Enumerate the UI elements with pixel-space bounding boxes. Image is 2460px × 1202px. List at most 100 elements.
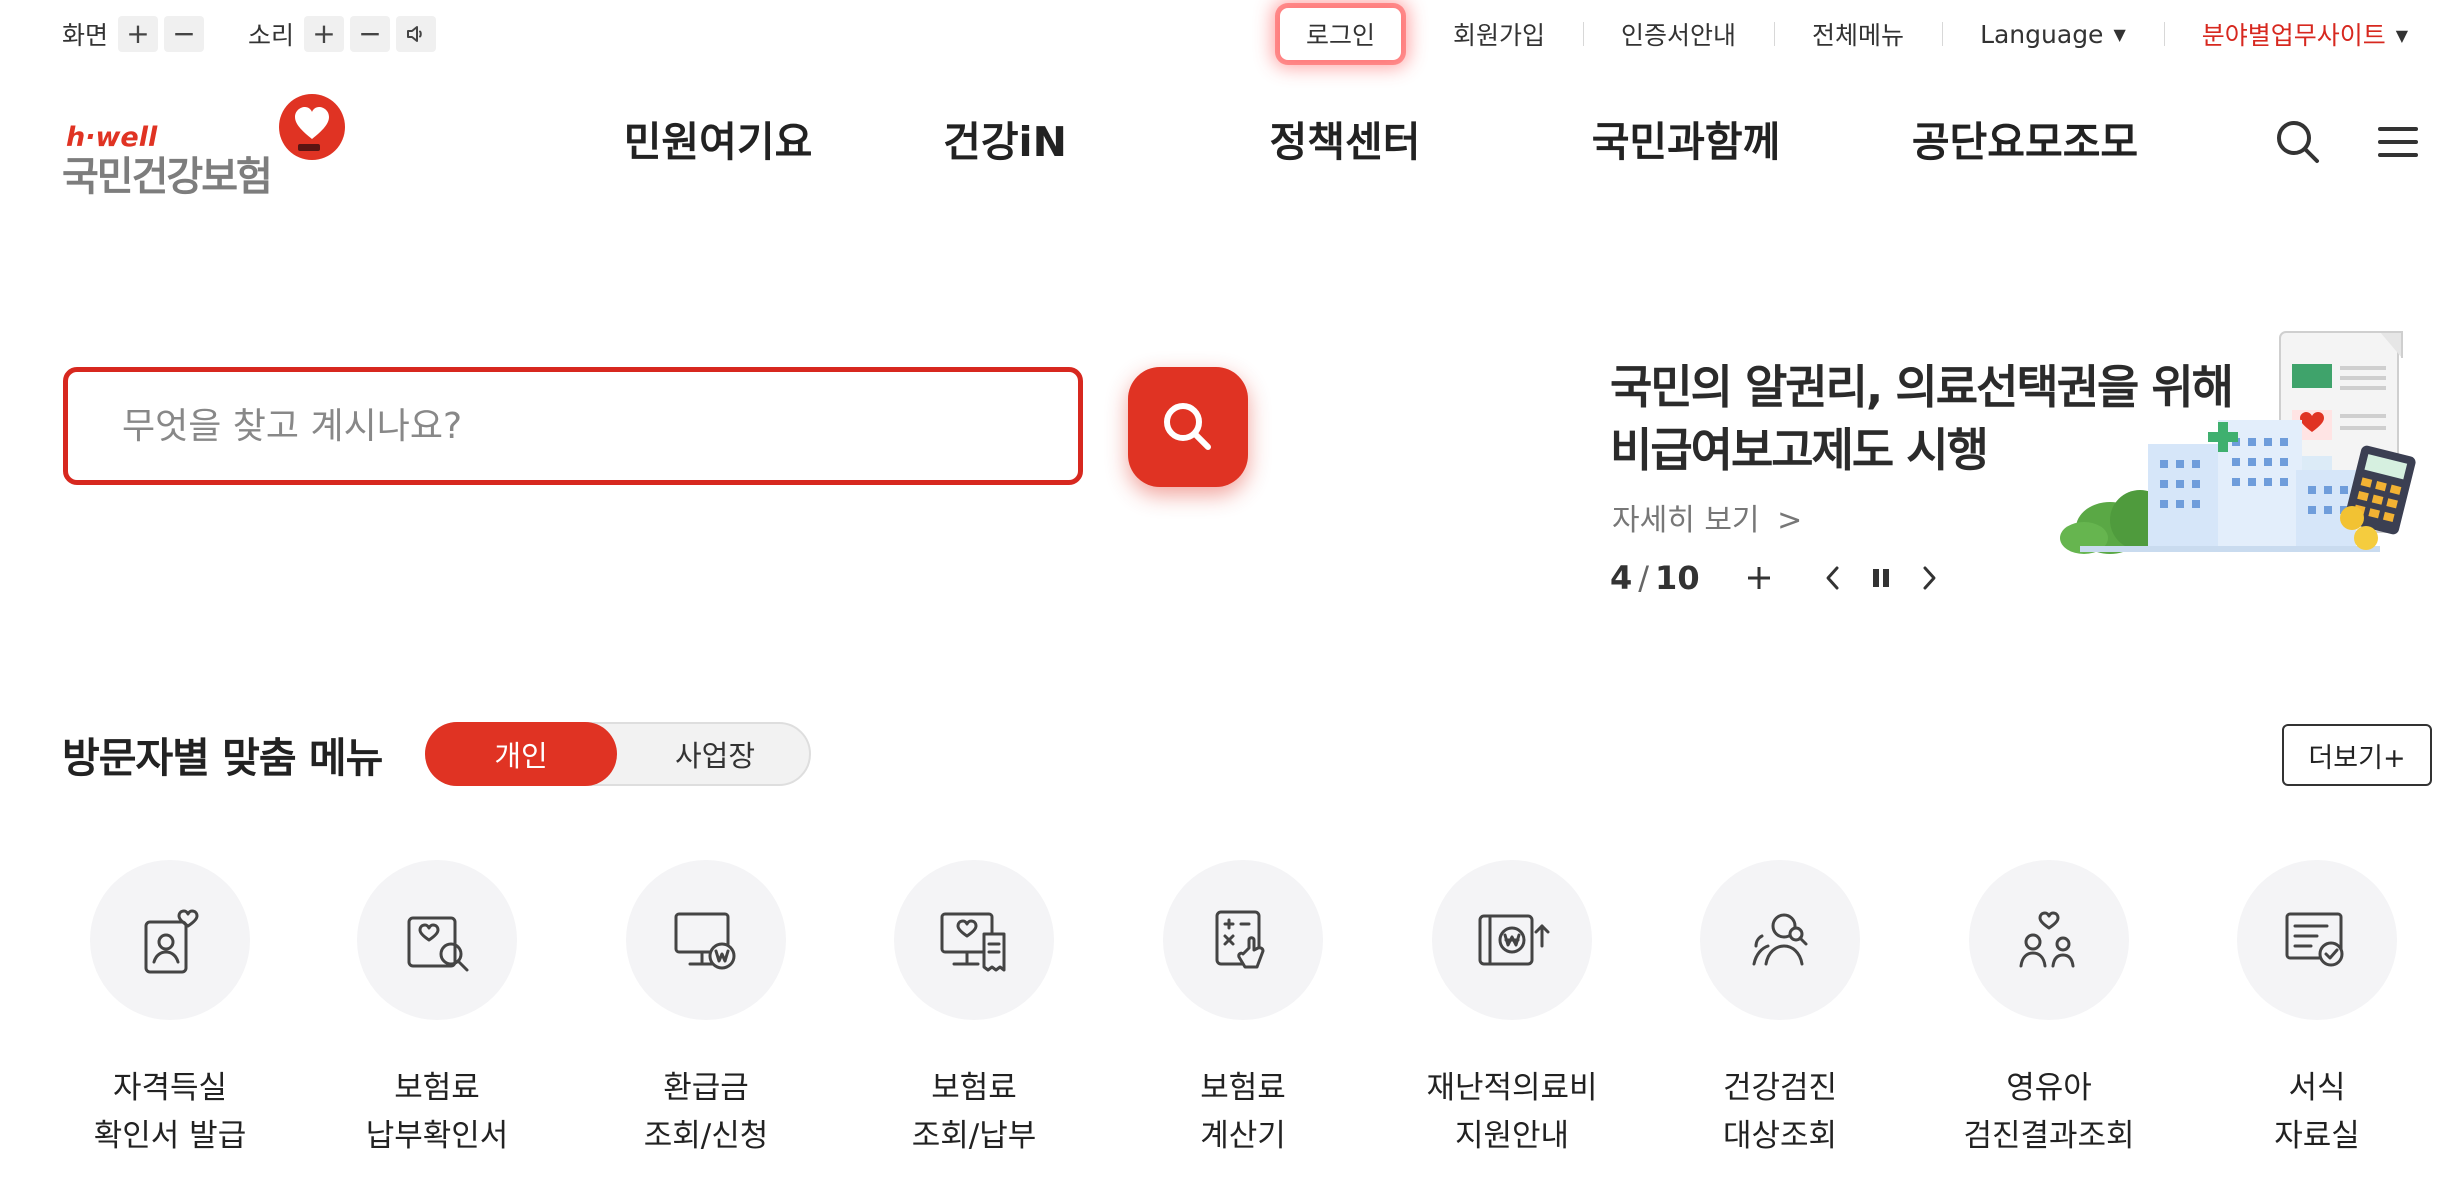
speaker-button[interactable]	[396, 16, 437, 52]
signup-link[interactable]: 회원가입	[1415, 16, 1583, 52]
quick-menu-icon-wrap	[357, 860, 517, 1020]
search-field	[63, 367, 1083, 485]
sound-label: 소리	[248, 21, 295, 50]
quick-menu-label: 환급금 조회/신청	[586, 1064, 826, 1160]
all-menu-link[interactable]: 전체메뉴	[1774, 16, 1942, 52]
quick-menu-label-line-2: 대상조회	[1722, 1118, 1838, 1155]
hamburger-menu-button[interactable]	[2372, 116, 2424, 168]
quick-menu-item-catastrophic-medical-support[interactable]: 재난적의료비지원안내	[1392, 860, 1632, 1160]
quick-menu-label-line-1: 보험료	[1200, 1070, 1286, 1106]
caret-down-icon: ▼	[2113, 24, 2126, 44]
volume-down-button[interactable]: −	[350, 16, 391, 52]
quick-menu-label: 영유아검진결과조회	[1929, 1064, 2169, 1160]
quick-menu-label: 자격득실 확인서 발급	[50, 1064, 290, 1160]
quick-menu-icon-wrap	[1700, 860, 1860, 1020]
quick-menu-item-eligibility[interactable]: 자격득실 확인서 발급	[50, 860, 290, 1160]
screen-zoom-controls: 화면 + −	[62, 16, 210, 52]
parent-child-icon	[2019, 911, 2075, 968]
banner-controls: 4/10	[1610, 556, 1970, 600]
banner-more-link[interactable]: 자세히 보기 >	[1612, 495, 1802, 539]
quick-menu-label-line-2: 납부확인서	[365, 1118, 509, 1155]
screen-zoom-out-button[interactable]: −	[164, 16, 205, 52]
banner-illustration	[2040, 320, 2440, 560]
plus-icon	[1747, 567, 1770, 589]
document-search-icon	[407, 916, 469, 972]
utility-bar: 화면 + − 소리 + − 로그인 회원가입 인증서안내 전체메뉴 Langua…	[0, 0, 2460, 68]
quick-menu-label-line-2: 자료실	[2274, 1118, 2360, 1155]
quick-menu-item-form-library[interactable]: 서식자료실	[2197, 860, 2437, 1160]
quick-menu-label-line-1: 영유아	[2006, 1070, 2092, 1106]
tab-business[interactable]: 사업장	[619, 722, 811, 786]
chevron-left-icon	[1826, 566, 1839, 590]
banner-more-label: 자세히 보기	[1612, 503, 1760, 538]
search-input[interactable]	[68, 372, 1078, 480]
quick-menu-label-line-1: 서식	[2288, 1070, 2346, 1106]
nav-item-civil-service[interactable]: 민원여기요	[624, 108, 813, 168]
calculator-hand-icon	[1215, 910, 1265, 969]
nav-item-corporation-info[interactable]: 공단요모조모	[1912, 108, 2138, 168]
banner-pager-separator: /	[1638, 559, 1650, 597]
quick-menu-icon-wrap	[894, 860, 1054, 1020]
quick-menu-label: 보험료 납부확인서	[317, 1064, 557, 1160]
banner-prev-button[interactable]	[1814, 559, 1852, 597]
tab-individual[interactable]: 개인	[425, 722, 617, 786]
hamburger-icon	[2378, 127, 2418, 157]
nav-item-policy-center[interactable]: 정책센터	[1270, 108, 1421, 168]
quick-menu-item-health-checkup-target[interactable]: 건강검진대상조회	[1660, 860, 1900, 1160]
quick-menu-item-premium-inquiry-payment[interactable]: 보험료 조회/납부	[854, 860, 1094, 1160]
page: { "utility": { "screen_label": "화면", "so…	[0, 0, 2460, 1202]
quick-menu-label: 서식자료실	[2197, 1064, 2437, 1160]
quick-menu-icon-wrap	[90, 860, 250, 1020]
quick-menu-icon-wrap	[1163, 860, 1323, 1020]
header-search-button[interactable]	[2272, 116, 2324, 168]
search-submit-button[interactable]	[1128, 367, 1248, 487]
people-check-icon	[1752, 913, 1808, 966]
banner-view-all-button[interactable]	[1740, 559, 1778, 597]
main-navigation: 민원여기요 건강iN 정책센터 국민과함께 공단요모조모	[0, 108, 2460, 188]
id-card-heart-icon	[144, 909, 199, 974]
language-dropdown[interactable]: Language ▼	[1942, 20, 2164, 49]
quick-menu-label-line-2: 지원안내	[1454, 1118, 1570, 1155]
certificate-guide-link[interactable]: 인증서안내	[1583, 16, 1774, 52]
quick-menu-label: 재난적의료비지원안내	[1392, 1064, 1632, 1160]
quick-menu-label-line-2: 계산기	[1200, 1118, 1286, 1155]
banner-pager: 4/10	[1610, 559, 1700, 597]
quick-menu-label-line-1: 건강검진	[1722, 1070, 1838, 1106]
banner-next-button[interactable]	[1910, 559, 1948, 597]
nav-item-health-in[interactable]: 건강iN	[943, 108, 1067, 168]
quick-menu-label: 보험료계산기	[1123, 1064, 1363, 1160]
banner-total-pages: 10	[1655, 559, 1700, 597]
form-check-icon	[2285, 912, 2344, 967]
language-label: Language	[1980, 19, 2104, 49]
search-icon	[2277, 121, 2319, 163]
utility-links: 로그인 회원가입 인증서안내 전체메뉴 Language ▼ 분야별업무사이트 ▼	[1280, 0, 2446, 68]
more-button[interactable]: 더보기+	[2282, 724, 2432, 786]
field-sites-label: 분야별업무사이트	[2201, 21, 2386, 50]
volume-up-button[interactable]: +	[304, 16, 345, 52]
quick-menu-item-premium-calculator[interactable]: 보험료계산기	[1123, 860, 1363, 1160]
quick-menu-label: 건강검진대상조회	[1660, 1064, 1900, 1160]
quick-menu-label: 보험료 조회/납부	[854, 1064, 1094, 1160]
screen-zoom-label: 화면	[62, 21, 109, 50]
quick-menu-label-line-1: 자격득실	[112, 1070, 228, 1106]
visitor-type-toggle: 개인 사업장	[425, 722, 811, 786]
quick-menu-label-line-2: 검진결과조회	[1963, 1118, 2135, 1155]
quick-menu-icon-wrap	[626, 860, 786, 1020]
field-sites-dropdown[interactable]: 분야별업무사이트 ▼	[2163, 16, 2446, 52]
login-link[interactable]: 로그인	[1280, 8, 1402, 60]
quick-menu-label-line-1: 재난적의료비	[1426, 1070, 1598, 1106]
pause-icon	[1872, 569, 1889, 587]
hospital-billing-illustration	[2060, 331, 2416, 554]
screen-zoom-in-button[interactable]: +	[118, 16, 159, 52]
quick-menu-icon-wrap	[1432, 860, 1592, 1020]
banner-pause-button[interactable]	[1862, 559, 1900, 597]
quick-menu-icon-wrap	[2237, 860, 2397, 1020]
quick-menu-label-line-1: 환급금	[663, 1070, 749, 1106]
quick-menu-label-line-1: 보험료	[931, 1070, 1017, 1106]
quick-menu-item-premium-payment-certificate[interactable]: 보험료 납부확인서	[317, 860, 557, 1160]
caret-down-icon: ▼	[2395, 26, 2409, 45]
nav-item-with-citizens[interactable]: 국민과함께	[1592, 108, 1781, 168]
quick-menu-item-refund[interactable]: 환급금 조회/신청	[586, 860, 826, 1160]
quick-menu-item-infant-checkup-results[interactable]: 영유아검진결과조회	[1929, 860, 2169, 1160]
search-icon	[1164, 403, 1211, 450]
